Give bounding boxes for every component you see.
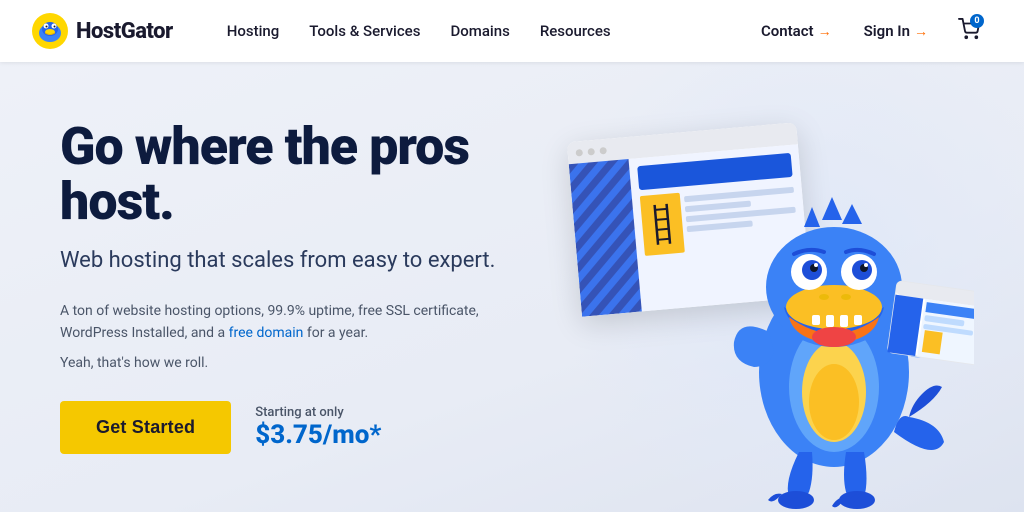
main-nav: HostGator Hosting Tools & Services Domai… [0, 0, 1024, 62]
contact-arrow-icon: → [818, 23, 832, 40]
hero-subtitle: Web hosting that scales from easy to exp… [60, 247, 580, 276]
nav-domains[interactable]: Domains [436, 14, 523, 48]
hero-section: Go where the pros host. Web hosting that… [0, 62, 1024, 512]
logo-link[interactable]: HostGator [32, 13, 173, 49]
free-domain-link[interactable]: free domain [229, 325, 304, 341]
get-started-button[interactable]: Get Started [60, 401, 231, 454]
browser-dot-3 [599, 146, 607, 154]
cart-badge: 0 [970, 14, 984, 28]
nav-hosting[interactable]: Hosting [213, 14, 294, 48]
nav-links: Hosting Tools & Services Domains Resourc… [213, 14, 747, 48]
logo-icon [32, 13, 68, 49]
contact-button[interactable]: Contact → [747, 14, 846, 48]
hero-description: A ton of website hosting options, 99.9% … [60, 300, 480, 345]
signin-button[interactable]: Sign In → [850, 14, 942, 48]
hero-actions: Get Started Starting at only $3.75/mo* [60, 401, 580, 454]
gator-mascot [694, 132, 974, 512]
nav-tools[interactable]: Tools & Services [295, 14, 434, 48]
nav-resources[interactable]: Resources [526, 14, 625, 48]
browser-dot-1 [575, 149, 583, 157]
pricing-info: Starting at only $3.75/mo* [255, 405, 381, 450]
hero-title: Go where the pros host. [60, 120, 580, 229]
ladder-icon [646, 198, 678, 250]
browser-dot-2 [587, 147, 595, 155]
hero-tagline: Yeah, that's how we roll. [60, 355, 580, 371]
signin-arrow-icon: → [914, 23, 928, 40]
hero-content: Go where the pros host. Web hosting that… [60, 120, 580, 454]
pricing-label: Starting at only [255, 405, 381, 420]
pricing-amount: $3.75/mo* [255, 420, 381, 450]
nav-right: Contact → Sign In → 0 [747, 10, 992, 52]
cart-button[interactable]: 0 [946, 10, 992, 52]
brand-name: HostGator [76, 19, 173, 44]
browser-yellow-block [640, 193, 685, 256]
